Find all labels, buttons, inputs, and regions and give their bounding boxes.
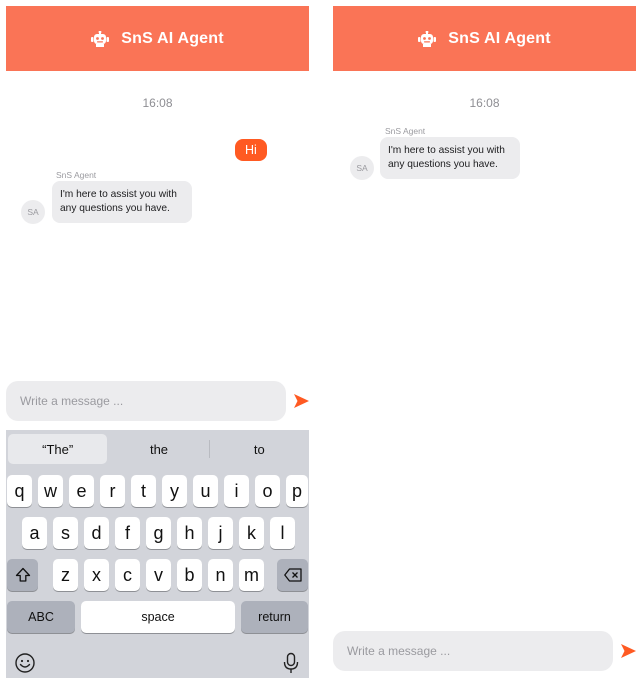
- abc-key[interactable]: ABC: [7, 601, 75, 633]
- send-icon[interactable]: [294, 394, 309, 408]
- keyboard-row-1: q w e r t y u i o p: [6, 475, 309, 507]
- chat-header: SnS AI Agent: [6, 6, 309, 71]
- space-key[interactable]: space: [81, 601, 235, 633]
- message-timestamp: 16:08: [142, 96, 173, 110]
- key-o[interactable]: o: [255, 475, 280, 507]
- emoji-icon[interactable]: [14, 652, 36, 674]
- key-r[interactable]: r: [100, 475, 125, 507]
- message-composer: [333, 631, 636, 671]
- key-m[interactable]: m: [239, 559, 264, 591]
- keyboard-row-2: a s d f g h j k l: [6, 517, 309, 549]
- suggestion-item[interactable]: the: [109, 430, 208, 468]
- message-input[interactable]: [6, 381, 286, 421]
- agent-avatar: SA: [21, 200, 45, 224]
- keyboard-row-3: z x c v b n m: [6, 559, 309, 591]
- chat-header: SnS AI Agent: [333, 6, 636, 71]
- key-w[interactable]: w: [38, 475, 63, 507]
- key-q[interactable]: q: [7, 475, 32, 507]
- key-c[interactable]: c: [115, 559, 140, 591]
- key-u[interactable]: u: [193, 475, 218, 507]
- message-composer: [6, 381, 309, 421]
- return-key[interactable]: return: [241, 601, 308, 633]
- key-v[interactable]: v: [146, 559, 171, 591]
- key-x[interactable]: x: [84, 559, 109, 591]
- key-a[interactable]: a: [22, 517, 47, 549]
- message-input[interactable]: [333, 631, 613, 671]
- key-k[interactable]: k: [239, 517, 264, 549]
- suggestion-item[interactable]: “The”: [8, 434, 108, 464]
- key-i[interactable]: i: [224, 475, 249, 507]
- chat-screen-keyboard-closed: SnS AI Agent 16:08 SnS Agent SA I'm here…: [333, 6, 636, 678]
- chat-screen-keyboard-open: SnS AI Agent 16:08 Hi SnS Agent SA I'm h…: [6, 6, 309, 678]
- shift-icon: [15, 567, 30, 582]
- shift-key[interactable]: [7, 559, 38, 591]
- key-h[interactable]: h: [177, 517, 202, 549]
- microphone-icon[interactable]: [280, 652, 302, 674]
- header-title: SnS AI Agent: [121, 29, 224, 47]
- agent-name-label: SnS Agent: [56, 170, 97, 180]
- key-d[interactable]: d: [84, 517, 109, 549]
- key-g[interactable]: g: [146, 517, 171, 549]
- user-message-bubble: Hi: [235, 139, 267, 161]
- key-b[interactable]: b: [177, 559, 202, 591]
- key-p[interactable]: p: [286, 475, 308, 507]
- agent-avatar: SA: [350, 156, 374, 180]
- key-t[interactable]: t: [131, 475, 156, 507]
- key-f[interactable]: f: [115, 517, 140, 549]
- key-e[interactable]: e: [69, 475, 94, 507]
- on-screen-keyboard: “The” the to q w e r t y u i o p a s d f…: [6, 430, 309, 678]
- robot-icon: [91, 30, 110, 47]
- backspace-key[interactable]: [277, 559, 308, 591]
- agent-message-bubble: I'm here to assist you with any question…: [52, 181, 192, 223]
- key-s[interactable]: s: [53, 517, 78, 549]
- message-timestamp: 16:08: [469, 96, 500, 110]
- key-j[interactable]: j: [208, 517, 233, 549]
- agent-message-bubble: I'm here to assist you with any question…: [380, 137, 520, 179]
- suggestion-item[interactable]: to: [210, 430, 309, 468]
- header-title: SnS AI Agent: [448, 29, 551, 47]
- keyboard-suggestions: “The” the to: [6, 430, 309, 468]
- key-n[interactable]: n: [208, 559, 233, 591]
- key-z[interactable]: z: [53, 559, 78, 591]
- key-y[interactable]: y: [162, 475, 187, 507]
- robot-icon: [418, 30, 437, 47]
- keyboard-row-4: ABC space return: [6, 601, 309, 633]
- send-icon[interactable]: [621, 644, 636, 658]
- agent-name-label: SnS Agent: [385, 126, 426, 136]
- backspace-icon: [283, 568, 302, 582]
- key-l[interactable]: l: [270, 517, 295, 549]
